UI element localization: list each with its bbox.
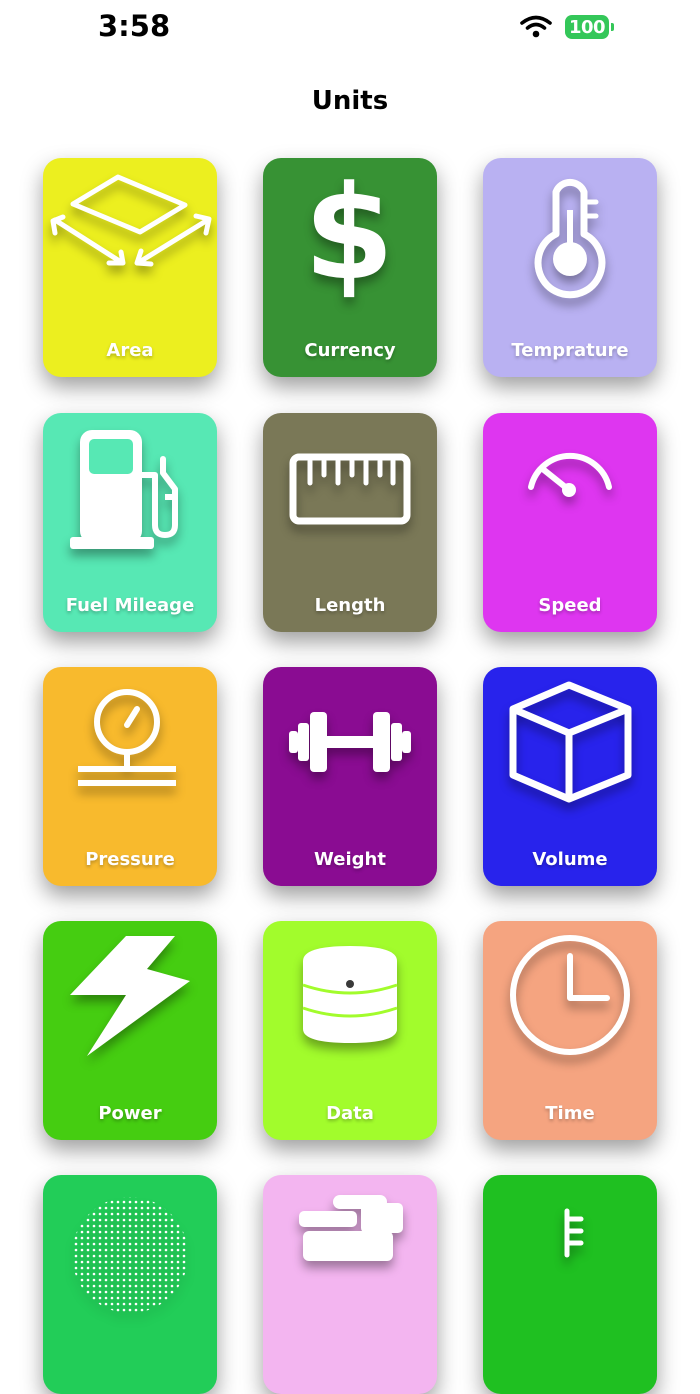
stacked-items-icon: [263, 1175, 437, 1335]
tile-label: Speed: [538, 595, 602, 616]
cube-icon: [483, 667, 657, 827]
ruler-icon: [263, 413, 437, 573]
tile-stacked[interactable]: [263, 1175, 437, 1394]
tile-volume[interactable]: Volume: [483, 667, 657, 886]
speedometer-icon: [483, 413, 657, 573]
tile-label: Temprature: [511, 340, 629, 361]
tile-label: Weight: [314, 849, 386, 870]
clock-icon: [483, 921, 657, 1081]
tile-label: Volume: [532, 849, 608, 870]
units-grid: Area $ Currency Temprature Fuel Mileage …: [0, 0, 700, 1394]
pressure-gauge-icon: [43, 667, 217, 827]
tile-label: Data: [326, 1103, 374, 1124]
dollar-icon: $: [263, 158, 437, 318]
lightning-bolt-icon: [43, 921, 217, 1081]
tile-time[interactable]: Time: [483, 921, 657, 1140]
tile-label: Pressure: [85, 849, 175, 870]
tile-speed[interactable]: Speed: [483, 413, 657, 632]
tile-thermometer-scale[interactable]: [483, 1175, 657, 1394]
tile-label: Area: [106, 340, 154, 361]
sphere-icon: [43, 1175, 217, 1335]
database-icon: [263, 921, 437, 1081]
tile-temperature[interactable]: Temprature: [483, 158, 657, 377]
tile-data[interactable]: Data: [263, 921, 437, 1140]
tile-label: Time: [545, 1103, 595, 1124]
tile-label: Length: [314, 595, 386, 616]
tile-length[interactable]: Length: [263, 413, 437, 632]
area-icon: [43, 158, 217, 318]
tile-sphere[interactable]: [43, 1175, 217, 1394]
thermometer-scale-icon: [483, 1175, 657, 1335]
fuel-pump-icon: [43, 413, 217, 573]
dumbbell-icon: [263, 667, 437, 827]
tile-power[interactable]: Power: [43, 921, 217, 1140]
tile-label: Fuel Mileage: [65, 595, 195, 616]
tile-fuel-mileage[interactable]: Fuel Mileage: [43, 413, 217, 632]
thermometer-icon: [483, 158, 657, 318]
tile-area[interactable]: Area: [43, 158, 217, 377]
tile-currency[interactable]: $ Currency: [263, 158, 437, 377]
svg-text:$: $: [304, 158, 394, 309]
tile-label: Power: [98, 1103, 162, 1124]
tile-label: Currency: [304, 340, 396, 361]
tile-weight[interactable]: Weight: [263, 667, 437, 886]
tile-pressure[interactable]: Pressure: [43, 667, 217, 886]
